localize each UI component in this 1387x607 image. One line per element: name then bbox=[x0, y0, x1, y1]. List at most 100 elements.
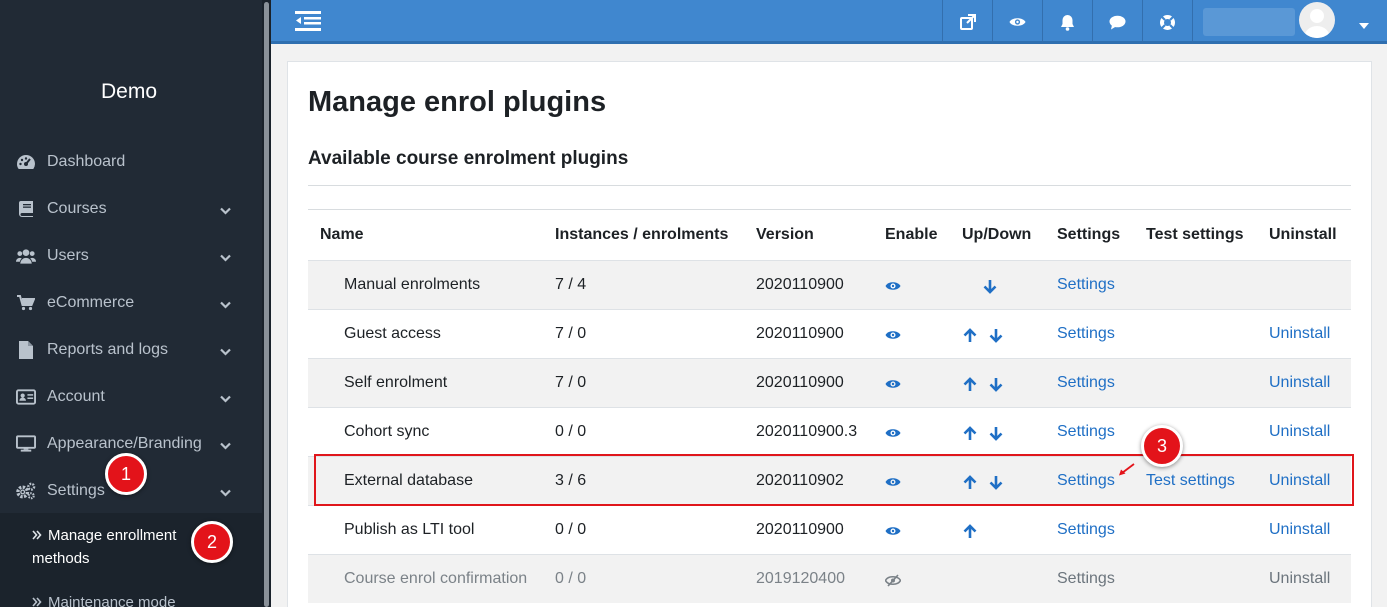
monitor-icon bbox=[16, 434, 36, 454]
disable-button[interactable] bbox=[885, 278, 901, 294]
sidebar-scrollbar[interactable] bbox=[262, 0, 271, 607]
external-link-icon bbox=[959, 14, 976, 30]
users-icon bbox=[16, 246, 36, 266]
messages-button[interactable] bbox=[1092, 0, 1142, 44]
version: 2020110900 bbox=[756, 276, 844, 293]
arrow-down-icon[interactable] bbox=[989, 377, 1003, 392]
arrow-up-icon[interactable] bbox=[963, 376, 977, 392]
settings-link[interactable]: Settings bbox=[1057, 521, 1115, 539]
settings-link[interactable]: Settings bbox=[1057, 374, 1115, 392]
sidebar-item-ecommerce[interactable]: eCommerce bbox=[0, 279, 262, 326]
version: 2020110900 bbox=[756, 521, 844, 538]
plugin-name: Manual enrolments bbox=[344, 276, 481, 293]
lifebuoy-icon bbox=[1160, 14, 1175, 30]
arrow-down-icon[interactable] bbox=[989, 426, 1003, 441]
sidebar-item-label: Dashboard bbox=[47, 152, 126, 170]
instances-enrolments: 7 / 4 bbox=[555, 276, 587, 293]
column-header-version: Version bbox=[756, 226, 814, 243]
column-header-instances: Instances / enrolments bbox=[555, 226, 729, 243]
plugin-name: Cohort sync bbox=[344, 423, 430, 440]
disable-button[interactable] bbox=[885, 327, 901, 343]
chevron-down-icon[interactable] bbox=[220, 437, 231, 455]
arrow-up-icon[interactable] bbox=[963, 523, 977, 539]
column-header-test-settings: Test settings bbox=[1146, 226, 1244, 243]
sidebar-item-users[interactable]: Users bbox=[0, 232, 262, 279]
table-row: Course enrol confirmation 0 / 0 20191204… bbox=[308, 554, 1351, 603]
instances-enrolments: 0 / 0 bbox=[555, 570, 587, 587]
eye-icon bbox=[1009, 18, 1026, 26]
chevron-down-icon[interactable] bbox=[220, 484, 231, 502]
disable-button[interactable] bbox=[885, 523, 901, 539]
file-icon bbox=[16, 340, 36, 360]
user-name-redacted bbox=[1203, 8, 1295, 36]
settings-link[interactable]: Settings bbox=[1057, 570, 1115, 588]
cart-icon bbox=[16, 293, 36, 313]
arrow-up-icon[interactable] bbox=[963, 425, 977, 441]
submenu-item-maintenance[interactable]: Maintenance mode bbox=[32, 591, 222, 607]
view-site-button[interactable] bbox=[942, 0, 992, 44]
settings-link[interactable]: Settings bbox=[1057, 423, 1115, 441]
updown-controls bbox=[963, 425, 1003, 441]
uninstall-link[interactable]: Uninstall bbox=[1269, 570, 1330, 588]
eye-icon bbox=[885, 527, 901, 535]
chat-icon bbox=[1109, 15, 1126, 29]
chevron-down-icon[interactable] bbox=[220, 249, 231, 267]
arrow-down-icon[interactable] bbox=[983, 279, 997, 294]
updown-controls bbox=[963, 327, 1003, 343]
sidebar-item-dashboard[interactable]: Dashboard bbox=[0, 138, 262, 185]
instances-enrolments: 7 / 0 bbox=[555, 374, 587, 391]
uninstall-link[interactable]: Uninstall bbox=[1269, 521, 1330, 539]
settings-link[interactable]: Settings bbox=[1057, 325, 1115, 343]
table-row: Guest access 7 / 0 2020110900 Settings U… bbox=[308, 309, 1351, 358]
user-menu[interactable] bbox=[1192, 0, 1387, 44]
user-avatar-icon bbox=[1304, 9, 1330, 38]
book-icon bbox=[16, 199, 36, 219]
sidebar-item-account[interactable]: Account bbox=[0, 373, 262, 420]
notifications-button[interactable] bbox=[1042, 0, 1092, 44]
sidebar-item-label: Courses bbox=[47, 199, 107, 217]
column-header-enable: Enable bbox=[885, 226, 938, 243]
chevron-down-icon[interactable] bbox=[220, 390, 231, 408]
plugin-name: Guest access bbox=[344, 325, 441, 342]
arrow-up-icon[interactable] bbox=[963, 327, 977, 343]
plugin-name: Course enrol confirmation bbox=[344, 570, 528, 587]
sidebar-item-reports[interactable]: Reports and logs bbox=[0, 326, 262, 373]
column-header-uninstall: Uninstall bbox=[1269, 226, 1337, 243]
annotation-arrow-icon bbox=[1119, 463, 1135, 476]
uninstall-link[interactable]: Uninstall bbox=[1269, 374, 1330, 392]
help-button[interactable] bbox=[1142, 0, 1192, 44]
chevron-down-icon[interactable] bbox=[220, 202, 231, 220]
brand-title[interactable]: Demo bbox=[0, 80, 258, 104]
sidebar-item-label: Account bbox=[47, 387, 105, 405]
gears-icon bbox=[16, 481, 36, 501]
version: 2019120400 bbox=[756, 570, 845, 587]
uninstall-link[interactable]: Uninstall bbox=[1269, 325, 1330, 343]
disable-button[interactable] bbox=[885, 376, 901, 392]
double-chevron-right-icon bbox=[32, 591, 42, 607]
sidebar-item-label: eCommerce bbox=[47, 293, 135, 311]
preview-button[interactable] bbox=[992, 0, 1042, 44]
id-card-icon bbox=[16, 387, 36, 407]
settings-link[interactable]: Settings bbox=[1057, 276, 1115, 294]
sidebar-item-label: Appearance/Branding bbox=[47, 434, 202, 452]
chevron-down-icon[interactable] bbox=[220, 343, 231, 361]
arrow-down-icon[interactable] bbox=[989, 328, 1003, 343]
sidebar: Demo Dashboard Courses Users eCommerce R… bbox=[0, 0, 262, 607]
sidebar-item-courses[interactable]: Courses bbox=[0, 185, 262, 232]
avatar[interactable] bbox=[1299, 2, 1335, 38]
enable-button[interactable] bbox=[885, 572, 901, 588]
step-marker-2: 2 bbox=[191, 521, 233, 563]
sidebar-item-label: Settings bbox=[47, 481, 105, 499]
table-row: Cohort sync 0 / 0 2020110900.3 Settings … bbox=[308, 407, 1351, 456]
divider bbox=[308, 185, 1351, 186]
scrollbar-thumb[interactable] bbox=[264, 2, 269, 607]
submenu-item-label: Maintenance mode bbox=[48, 594, 176, 607]
caret-down-icon[interactable] bbox=[1359, 16, 1369, 34]
chevron-down-icon[interactable] bbox=[220, 296, 231, 314]
version: 2020110900 bbox=[756, 374, 844, 391]
disable-button[interactable] bbox=[885, 425, 901, 441]
instances-enrolments: 0 / 0 bbox=[555, 423, 587, 440]
sidebar-item-label: Users bbox=[47, 246, 89, 264]
uninstall-link[interactable]: Uninstall bbox=[1269, 423, 1330, 441]
sidebar-toggle-button[interactable] bbox=[295, 10, 321, 37]
